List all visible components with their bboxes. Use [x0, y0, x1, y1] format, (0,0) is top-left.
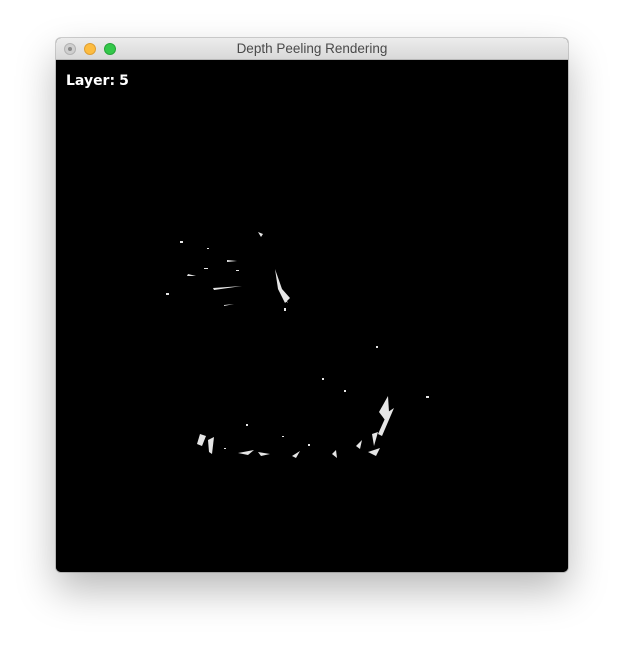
- fragment: [372, 432, 378, 446]
- fragment: [238, 450, 254, 455]
- fragment: [227, 260, 237, 262]
- fragment: [258, 232, 263, 237]
- fragment: [332, 450, 337, 458]
- fragment: [282, 436, 284, 437]
- fragment: [187, 274, 196, 276]
- fragment: [236, 270, 239, 271]
- fragment: [344, 390, 346, 392]
- fragment: [258, 452, 270, 456]
- render-viewport[interactable]: Layer: 5: [56, 60, 568, 572]
- fragment: [292, 451, 300, 458]
- fragment: [208, 437, 214, 454]
- app-window: Depth Peeling Rendering Layer: 5: [56, 38, 568, 572]
- window-title: Depth Peeling Rendering: [236, 41, 388, 56]
- fragment: [197, 434, 206, 446]
- fragment: [246, 424, 248, 426]
- title-bar[interactable]: Depth Peeling Rendering: [56, 38, 568, 60]
- fragment: [426, 396, 429, 398]
- fragment: [376, 346, 378, 348]
- fragment: [275, 269, 290, 303]
- fragment: [207, 248, 209, 249]
- fragment: [284, 308, 286, 311]
- fragment: [224, 448, 226, 449]
- fragment: [213, 286, 242, 290]
- depth-peel-fragments: [166, 232, 429, 458]
- fragment: [356, 440, 362, 449]
- fragment: [224, 304, 234, 306]
- fragment: [166, 293, 169, 295]
- fragment: [180, 241, 183, 243]
- fragment: [204, 268, 208, 269]
- fragment: [308, 444, 310, 446]
- fragment: [368, 448, 380, 456]
- fragment: [322, 378, 324, 380]
